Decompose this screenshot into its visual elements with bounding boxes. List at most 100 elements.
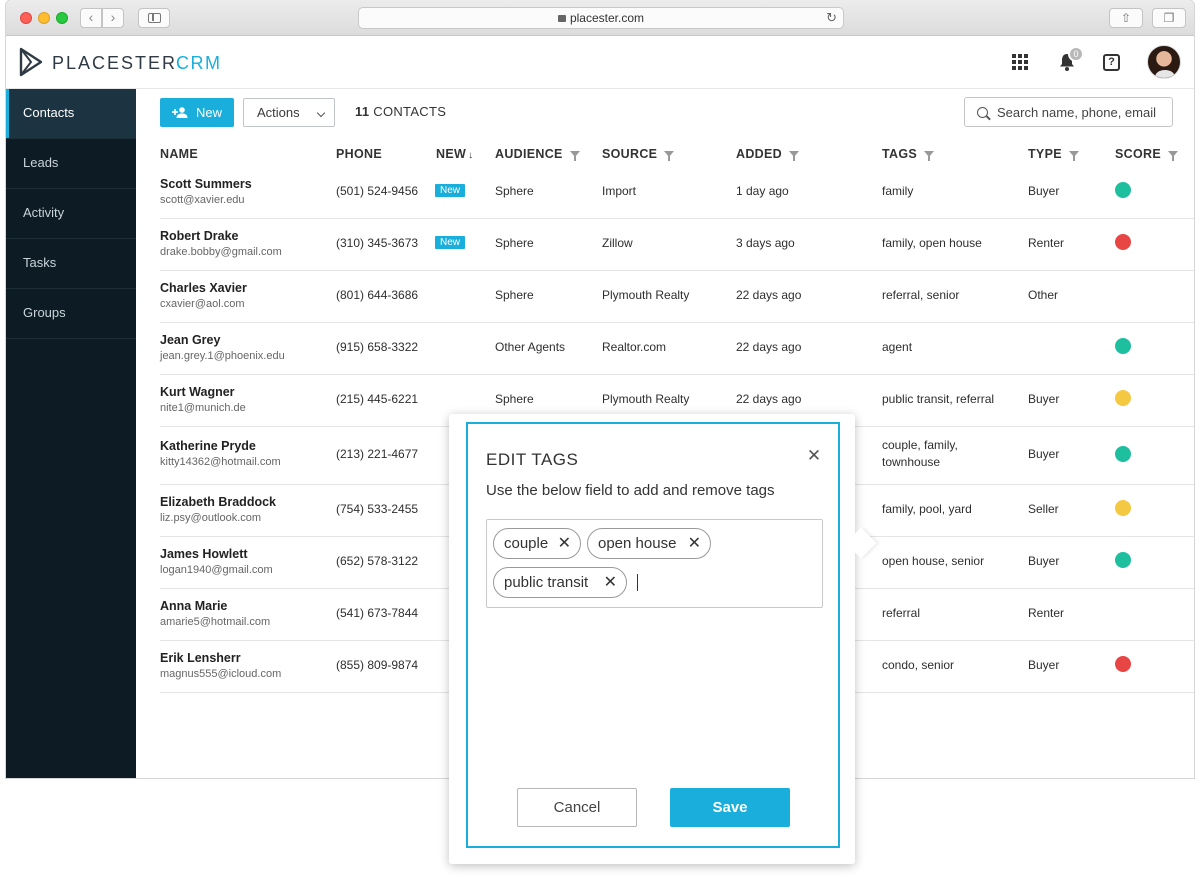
contact-source: Plymouth Realty xyxy=(602,288,690,302)
contact-tags[interactable]: referral, senior xyxy=(882,288,959,302)
close-icon[interactable]: ✕ xyxy=(806,447,822,464)
contact-name[interactable]: Katherine Pryde xyxy=(160,439,256,453)
table-row[interactable]: Jean Grey jean.grey.1@phoenix.edu (915) 65… xyxy=(160,323,1194,375)
column-header-type[interactable]: TYPE xyxy=(1028,147,1079,161)
remove-tag-icon[interactable]: ✕ xyxy=(688,529,701,558)
filter-icon[interactable] xyxy=(1167,151,1178,161)
minimize-window-button[interactable] xyxy=(38,12,50,24)
share-button[interactable]: ⇧ xyxy=(1109,8,1143,28)
tag-chip-label: open house xyxy=(598,535,677,552)
search-box[interactable] xyxy=(964,97,1173,127)
contact-tags[interactable]: condo, senior xyxy=(882,658,954,672)
contact-name[interactable]: Charles Xavier xyxy=(160,281,247,295)
column-header-label: SOURCE xyxy=(602,147,658,161)
column-header-phone[interactable]: PHONE xyxy=(336,147,382,161)
tag-chip-open-house[interactable]: open house ✕ xyxy=(587,528,711,559)
contact-name[interactable]: Erik Lensherr xyxy=(160,651,241,665)
contact-tags[interactable]: referral xyxy=(882,606,920,620)
contact-type: Other xyxy=(1028,288,1059,302)
contacts-count-number: 11 xyxy=(355,104,370,119)
app-header: PLACESTER CRM 0 ? xyxy=(6,36,1194,89)
contact-name[interactable]: Jean Grey xyxy=(160,333,220,347)
back-button[interactable]: ‹ xyxy=(80,8,102,28)
avatar[interactable] xyxy=(1147,45,1181,79)
contact-phone: (501) 524-9456 xyxy=(336,184,419,198)
column-header-tags[interactable]: TAGS xyxy=(882,147,934,161)
tag-chip-label: couple xyxy=(504,535,549,552)
actions-dropdown[interactable]: Actions xyxy=(243,98,335,127)
chevron-down-icon xyxy=(316,108,326,118)
contact-phone: (855) 809-9874 xyxy=(336,658,419,672)
new-contact-button[interactable]: New xyxy=(160,98,234,127)
sidebar-item-activity[interactable]: Activity xyxy=(6,189,136,239)
table-row[interactable]: Robert Drake drake.bobby@gmail.com (310) 3… xyxy=(160,219,1194,271)
contact-tags[interactable]: family, pool, yard xyxy=(882,502,972,516)
contact-name[interactable]: Robert Drake xyxy=(160,229,239,243)
tag-chip-public-transit[interactable]: public transit ✕ xyxy=(493,567,627,598)
help-icon[interactable]: ? xyxy=(1103,54,1120,71)
table-row[interactable]: Charles Xavier cxavier@aol.com (801) 644-3… xyxy=(160,271,1194,323)
sidebar-item-contacts[interactable]: Contacts xyxy=(6,89,136,139)
reload-icon[interactable]: ↻ xyxy=(826,8,837,28)
contact-tags[interactable]: family xyxy=(882,184,913,198)
contact-name[interactable]: Scott Summers xyxy=(160,177,252,191)
column-header-added[interactable]: ADDED xyxy=(736,147,799,161)
score-indicator xyxy=(1115,552,1131,568)
tags-input-field[interactable]: couple ✕ open house ✕ public transit ✕ xyxy=(486,519,823,608)
contact-tags[interactable]: couple, family, townhouse xyxy=(882,437,992,471)
placester-logo-icon xyxy=(19,47,43,77)
notification-badge: 0 xyxy=(1068,46,1084,62)
contact-phone: (215) 445-6221 xyxy=(336,392,419,406)
contact-email: kitty14362@hotmail.com xyxy=(160,456,281,468)
filter-icon[interactable] xyxy=(788,151,799,161)
table-header: NAME PHONE NEW ↓ AUDIENCE SOURCE ADDED TA… xyxy=(160,147,1194,165)
contact-tags[interactable]: family, open house xyxy=(882,236,982,250)
score-indicator xyxy=(1115,446,1131,462)
contact-added: 1 day ago xyxy=(736,184,789,198)
column-header-name[interactable]: NAME xyxy=(160,147,198,161)
contact-email: scott@xavier.edu xyxy=(160,194,245,206)
sidebar-item-groups[interactable]: Groups xyxy=(6,289,136,339)
contact-email: magnus555@icloud.com xyxy=(160,668,282,680)
sidebar-nav: Contacts Leads Activity Tasks Groups xyxy=(6,89,136,778)
sidebar-icon xyxy=(148,13,161,23)
contact-audience: Sphere xyxy=(495,184,534,198)
contact-tags[interactable]: agent xyxy=(882,340,912,354)
logo-product: CRM xyxy=(176,53,222,73)
sidebar-item-leads[interactable]: Leads xyxy=(6,139,136,189)
contact-name[interactable]: Anna Marie xyxy=(160,599,227,613)
tabs-overview-button[interactable]: ❐ xyxy=(1152,8,1186,28)
cancel-button[interactable]: Cancel xyxy=(517,788,637,827)
search-input[interactable] xyxy=(997,98,1169,126)
filter-icon[interactable] xyxy=(1068,151,1079,161)
forward-button[interactable]: › xyxy=(102,8,124,28)
contact-name[interactable]: Elizabeth Braddock xyxy=(160,495,276,509)
tag-chip-couple[interactable]: couple ✕ xyxy=(493,528,581,559)
table-row[interactable]: Scott Summers scott@xavier.edu (501) 524-9… xyxy=(160,167,1194,219)
remove-tag-icon[interactable]: ✕ xyxy=(558,529,571,558)
contact-tags[interactable]: public transit, referral xyxy=(882,392,994,406)
save-button[interactable]: Save xyxy=(670,788,790,827)
zoom-window-button[interactable] xyxy=(56,12,68,24)
sidebar-toggle-button[interactable] xyxy=(138,8,170,28)
filter-icon[interactable] xyxy=(569,151,580,161)
filter-icon[interactable] xyxy=(924,151,934,161)
filter-icon[interactable] xyxy=(664,151,675,161)
score-indicator xyxy=(1115,390,1131,406)
contact-added: 3 days ago xyxy=(736,236,795,250)
column-header-label: TAGS xyxy=(882,147,917,161)
contact-name[interactable]: Kurt Wagner xyxy=(160,385,235,399)
column-header-new[interactable]: NEW ↓ xyxy=(436,147,473,161)
column-header-audience[interactable]: AUDIENCE xyxy=(495,147,580,161)
close-window-button[interactable] xyxy=(20,12,32,24)
contact-phone: (915) 658-3322 xyxy=(336,340,419,354)
contact-name[interactable]: James Howlett xyxy=(160,547,248,561)
column-header-source[interactable]: SOURCE xyxy=(602,147,675,161)
contact-tags[interactable]: open house, senior xyxy=(882,554,984,568)
address-bar[interactable]: placester.com ↻ xyxy=(358,7,844,29)
apps-grid-icon[interactable] xyxy=(1012,54,1028,70)
sidebar-item-tasks[interactable]: Tasks xyxy=(6,239,136,289)
contact-audience: Sphere xyxy=(495,288,534,302)
column-header-score[interactable]: SCORE xyxy=(1115,147,1178,161)
remove-tag-icon[interactable]: ✕ xyxy=(604,568,617,597)
